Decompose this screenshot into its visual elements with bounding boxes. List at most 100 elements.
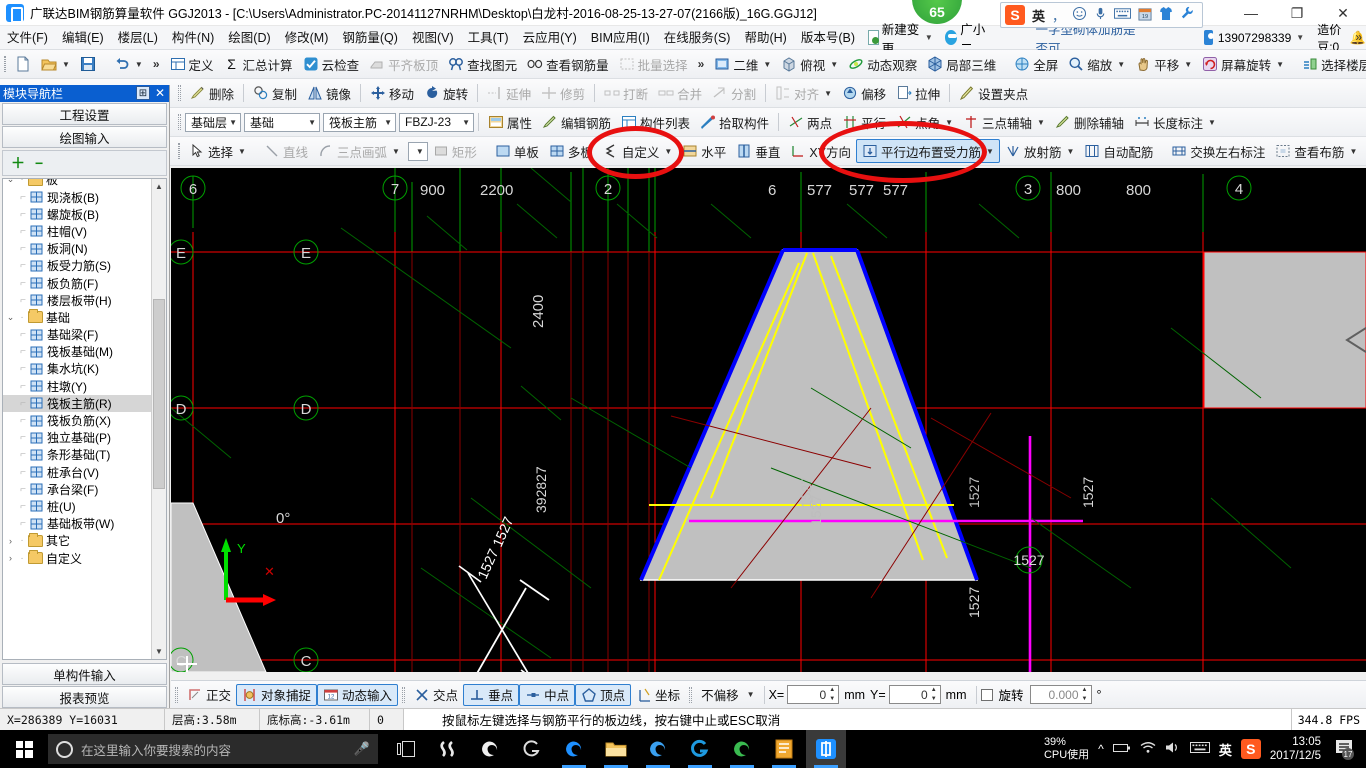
intersection-snap-toggle[interactable]: 交点 xyxy=(409,684,463,706)
menu-modify[interactable]: 修改(M) xyxy=(278,26,336,50)
offset-button[interactable]: 偏移 xyxy=(837,81,891,105)
point-angle-chevron-down-icon[interactable]: ▼ xyxy=(945,118,953,127)
cad-drawing-canvas[interactable]: 6 7 2 3 4 E E D D C C 900 2200 6 577 577… xyxy=(171,168,1366,672)
close-icon[interactable]: ✕ xyxy=(155,86,165,100)
tree-item[interactable]: ⌐ 筏板负筋(X) xyxy=(3,412,151,429)
fullscreen-button[interactable]: 全屏 xyxy=(1009,52,1063,76)
midpoint-snap-toggle[interactable]: 中点 xyxy=(519,683,576,706)
chevron-right-icon[interactable]: › xyxy=(5,536,16,546)
tree-item[interactable]: ⌄ · 板 xyxy=(3,179,151,189)
custom-button[interactable]: 自定义 ▼ xyxy=(598,139,677,163)
tree-item[interactable]: ⌐ 板洞(N) xyxy=(3,240,151,257)
open-file-chevron-down-icon[interactable]: ▼ xyxy=(62,60,70,69)
ime-keyboard-icon[interactable] xyxy=(1114,7,1132,23)
menu-draw[interactable]: 绘图(D) xyxy=(221,26,277,50)
y-offset-stepper[interactable]: ▲ ▼ xyxy=(929,686,939,703)
taskbar-app-1-icon[interactable] xyxy=(428,730,468,768)
tray-sogou-icon[interactable]: S xyxy=(1240,739,1261,759)
extend-button[interactable]: 延伸 xyxy=(482,81,536,105)
coordinate-snap-toggle[interactable]: 坐标 xyxy=(631,684,685,706)
align-chevron-down-icon[interactable]: ▼ xyxy=(824,89,832,98)
pick-component-button[interactable]: 拾取构件 xyxy=(695,110,774,134)
object-snap-toggle[interactable]: 对象捕捉 xyxy=(236,683,318,706)
tree-item[interactable]: ⌐ 独立基础(P) xyxy=(3,429,151,446)
tree-item[interactable]: ⌐ 筏板主筋(R) xyxy=(3,394,151,412)
break-button[interactable]: 打断 xyxy=(599,81,653,105)
ime-skin-icon[interactable] xyxy=(1159,6,1173,24)
view-rebar-layout-button[interactable]: 查看布筋 ▼ xyxy=(1270,139,1362,163)
taskbar-green-browser-icon[interactable] xyxy=(722,730,762,768)
component-type-select[interactable]: 筏板主筋 ▼ xyxy=(323,112,396,132)
microphone-icon[interactable]: 🎤 xyxy=(354,741,370,757)
line-tool-button[interactable]: 直线 xyxy=(259,139,313,163)
toolbar-grip[interactable] xyxy=(4,56,6,72)
ime-emoji-icon[interactable] xyxy=(1072,6,1087,24)
tree-item[interactable]: ⌐ 板负筋(F) xyxy=(3,274,151,291)
parallel-edge-rebar-button[interactable]: 平行边布置受力筋 ▼ xyxy=(856,139,1000,163)
taskbar-notes-icon[interactable] xyxy=(764,730,804,768)
xy-direction-button[interactable]: XY方向 xyxy=(785,139,856,163)
snapbar-grip[interactable] xyxy=(175,686,178,703)
parallel-edge-rebar-chevron-down-icon[interactable]: ▼ xyxy=(986,147,994,156)
summary-calc-button[interactable]: Σ 汇总计算 xyxy=(219,52,298,76)
offset-mode-select[interactable]: 不偏移 ▼ xyxy=(696,684,759,706)
taskbar-search[interactable]: 在这里输入你要搜索的内容 🎤 xyxy=(48,734,378,764)
length-dimension-button[interactable]: 长度标注 ▼ xyxy=(1129,110,1221,134)
taskbar-browser-icon[interactable] xyxy=(680,730,720,768)
taskbar-edge-icon[interactable] xyxy=(470,730,510,768)
edit-rebar-button[interactable]: 编辑钢筋 xyxy=(537,110,616,134)
parallel-axis-button[interactable]: 平行 xyxy=(837,110,891,134)
tree-item[interactable]: ⌄ · 基础 xyxy=(3,309,151,326)
screen-rotate-chevron-down-icon[interactable]: ▼ xyxy=(1276,60,1284,69)
scroll-down-icon[interactable]: ▼ xyxy=(152,644,166,659)
battery-icon[interactable] xyxy=(1112,742,1131,757)
tree-item[interactable]: › · 自定义 xyxy=(3,549,151,566)
move-button[interactable]: 移动 xyxy=(365,81,419,105)
select-floor-button[interactable]: 选择楼层 xyxy=(1297,52,1366,76)
length-dim-chevron-down-icon[interactable]: ▼ xyxy=(1208,118,1216,127)
menu-rebar-qty[interactable]: 钢筋量(Q) xyxy=(335,26,405,50)
tree-item[interactable]: ⌐ 楼层板带(H) xyxy=(3,292,151,309)
tree-item[interactable]: ⌐ 基础板带(W) xyxy=(3,515,151,532)
menu-component[interactable]: 构件(N) xyxy=(165,26,221,50)
three-point-axis-button[interactable]: 三点辅轴 ▼ xyxy=(958,110,1050,134)
align-button[interactable]: 对齐 ▼ xyxy=(770,81,837,105)
find-element-button[interactable]: 查找图元 xyxy=(443,52,522,76)
menu-floor[interactable]: 楼层(L) xyxy=(111,26,165,50)
component-name-select[interactable]: FBZJ-23 ▼ xyxy=(399,112,474,132)
taskbar-ie-icon[interactable] xyxy=(554,730,594,768)
rotate-button[interactable]: 旋转 xyxy=(419,81,473,105)
trim-button[interactable]: 修剪 xyxy=(536,81,590,105)
clock[interactable]: 13:05 2017/12/5 xyxy=(1270,735,1321,763)
copy-button[interactable]: 复制 xyxy=(248,81,302,105)
mirror-button[interactable]: 镜像 xyxy=(302,81,356,105)
category-select[interactable]: 基础 ▼ xyxy=(244,112,320,132)
radial-rebar-button[interactable]: 放射筋 ▼ xyxy=(1000,139,1079,163)
toolbar4-overflow[interactable]: » xyxy=(1362,144,1366,158)
top-view-button[interactable]: 俯视 ▼ xyxy=(776,52,843,76)
new-file-button[interactable] xyxy=(10,52,36,76)
set-grip-button[interactable]: 设置夹点 xyxy=(954,81,1033,105)
radial-rebar-chevron-down-icon[interactable]: ▼ xyxy=(1066,147,1074,156)
pan-chevron-down-icon[interactable]: ▼ xyxy=(1184,60,1192,69)
tree-item[interactable]: › · 其它 xyxy=(3,532,151,549)
tb4-grip[interactable] xyxy=(178,143,180,159)
toolbar-standard-overflow[interactable]: » xyxy=(148,57,165,71)
snapbar-grip-3[interactable] xyxy=(689,686,693,703)
ortho-toggle[interactable]: 正交 xyxy=(182,684,236,706)
zoom-chevron-down-icon[interactable]: ▼ xyxy=(1117,60,1125,69)
sogou-logo-icon[interactable]: S xyxy=(1005,5,1025,25)
tree-item[interactable]: ⌐ 板受力筋(S) xyxy=(3,257,151,274)
menu-cloud-app[interactable]: 云应用(Y) xyxy=(516,26,584,50)
dynamic-observe-button[interactable]: 动态观察 xyxy=(843,52,922,76)
point-angle-axis-button[interactable]: 点角 ▼ xyxy=(891,110,958,134)
properties-button[interactable]: 属性 xyxy=(483,110,537,134)
start-button[interactable] xyxy=(0,730,48,768)
pin-icon[interactable]: ⊞ xyxy=(136,86,150,100)
chevron-down-icon[interactable]: ⌄ xyxy=(5,312,16,323)
undo-button[interactable]: ▼ xyxy=(109,52,148,76)
vertical-button[interactable]: 垂直 xyxy=(731,139,785,163)
rotate-input[interactable]: 0.000 ▲ ▼ xyxy=(1029,685,1092,704)
zoom-button[interactable]: 缩放 ▼ xyxy=(1063,52,1130,76)
chevron-down-icon[interactable]: ▼ xyxy=(925,33,933,42)
